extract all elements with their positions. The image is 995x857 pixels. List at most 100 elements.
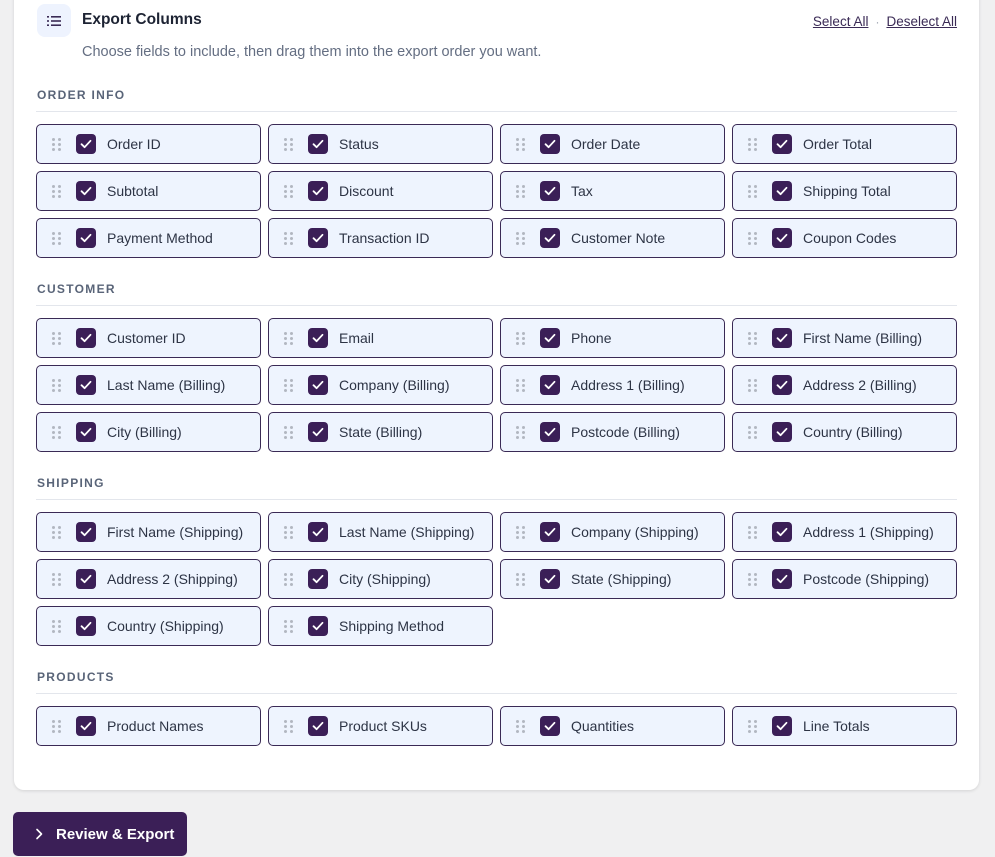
- drag-handle-icon[interactable]: [284, 378, 294, 392]
- checkbox[interactable]: [772, 181, 792, 201]
- checkbox[interactable]: [308, 522, 328, 542]
- drag-handle-icon[interactable]: [516, 572, 526, 586]
- checkbox[interactable]: [540, 228, 560, 248]
- column-chip[interactable]: Order ID: [36, 124, 261, 164]
- column-chip[interactable]: Company (Billing): [268, 365, 493, 405]
- checkbox[interactable]: [76, 375, 96, 395]
- column-chip[interactable]: Customer Note: [500, 218, 725, 258]
- column-chip[interactable]: Company (Shipping): [500, 512, 725, 552]
- column-chip[interactable]: Customer ID: [36, 318, 261, 358]
- checkbox[interactable]: [540, 134, 560, 154]
- column-chip[interactable]: Address 2 (Billing): [732, 365, 957, 405]
- drag-handle-icon[interactable]: [52, 619, 62, 633]
- checkbox[interactable]: [772, 328, 792, 348]
- checkbox[interactable]: [540, 181, 560, 201]
- drag-handle-icon[interactable]: [52, 719, 62, 733]
- checkbox[interactable]: [540, 716, 560, 736]
- review-export-button[interactable]: Review & Export: [13, 812, 187, 856]
- drag-handle-icon[interactable]: [748, 425, 758, 439]
- drag-handle-icon[interactable]: [52, 572, 62, 586]
- column-chip[interactable]: Product Names: [36, 706, 261, 746]
- drag-handle-icon[interactable]: [284, 331, 294, 345]
- drag-handle-icon[interactable]: [748, 572, 758, 586]
- column-chip[interactable]: Country (Shipping): [36, 606, 261, 646]
- drag-handle-icon[interactable]: [516, 331, 526, 345]
- drag-handle-icon[interactable]: [516, 525, 526, 539]
- column-chip[interactable]: Country (Billing): [732, 412, 957, 452]
- column-chip[interactable]: Subtotal: [36, 171, 261, 211]
- column-chip[interactable]: Discount: [268, 171, 493, 211]
- drag-handle-icon[interactable]: [284, 719, 294, 733]
- drag-handle-icon[interactable]: [284, 137, 294, 151]
- checkbox[interactable]: [76, 181, 96, 201]
- select-all-link[interactable]: Select All: [813, 14, 869, 29]
- drag-handle-icon[interactable]: [52, 137, 62, 151]
- drag-handle-icon[interactable]: [748, 378, 758, 392]
- column-chip[interactable]: Quantities: [500, 706, 725, 746]
- drag-handle-icon[interactable]: [52, 184, 62, 198]
- drag-handle-icon[interactable]: [284, 572, 294, 586]
- column-chip[interactable]: State (Billing): [268, 412, 493, 452]
- checkbox[interactable]: [308, 616, 328, 636]
- column-chip[interactable]: Address 1 (Shipping): [732, 512, 957, 552]
- drag-handle-icon[interactable]: [516, 425, 526, 439]
- checkbox[interactable]: [772, 716, 792, 736]
- checkbox[interactable]: [308, 134, 328, 154]
- column-chip[interactable]: Phone: [500, 318, 725, 358]
- column-chip[interactable]: Payment Method: [36, 218, 261, 258]
- checkbox[interactable]: [772, 522, 792, 542]
- drag-handle-icon[interactable]: [284, 619, 294, 633]
- column-chip[interactable]: Address 2 (Shipping): [36, 559, 261, 599]
- checkbox[interactable]: [308, 228, 328, 248]
- checkbox[interactable]: [76, 422, 96, 442]
- checkbox[interactable]: [540, 375, 560, 395]
- drag-handle-icon[interactable]: [748, 137, 758, 151]
- checkbox[interactable]: [772, 134, 792, 154]
- column-chip[interactable]: Shipping Total: [732, 171, 957, 211]
- drag-handle-icon[interactable]: [748, 525, 758, 539]
- drag-handle-icon[interactable]: [516, 231, 526, 245]
- drag-handle-icon[interactable]: [284, 231, 294, 245]
- checkbox[interactable]: [76, 522, 96, 542]
- column-chip[interactable]: Postcode (Shipping): [732, 559, 957, 599]
- drag-handle-icon[interactable]: [52, 231, 62, 245]
- checkbox[interactable]: [540, 569, 560, 589]
- drag-handle-icon[interactable]: [284, 184, 294, 198]
- drag-handle-icon[interactable]: [748, 231, 758, 245]
- checkbox[interactable]: [540, 522, 560, 542]
- checkbox[interactable]: [76, 328, 96, 348]
- column-chip[interactable]: Email: [268, 318, 493, 358]
- checkbox[interactable]: [76, 616, 96, 636]
- column-chip[interactable]: First Name (Billing): [732, 318, 957, 358]
- checkbox[interactable]: [76, 134, 96, 154]
- column-chip[interactable]: Order Total: [732, 124, 957, 164]
- drag-handle-icon[interactable]: [516, 184, 526, 198]
- column-chip[interactable]: Address 1 (Billing): [500, 365, 725, 405]
- checkbox[interactable]: [308, 569, 328, 589]
- column-chip[interactable]: City (Shipping): [268, 559, 493, 599]
- column-chip[interactable]: Transaction ID: [268, 218, 493, 258]
- deselect-all-link[interactable]: Deselect All: [886, 14, 957, 29]
- checkbox[interactable]: [308, 328, 328, 348]
- drag-handle-icon[interactable]: [284, 425, 294, 439]
- checkbox[interactable]: [540, 328, 560, 348]
- column-chip[interactable]: Tax: [500, 171, 725, 211]
- checkbox[interactable]: [308, 375, 328, 395]
- checkbox[interactable]: [772, 569, 792, 589]
- column-chip[interactable]: First Name (Shipping): [36, 512, 261, 552]
- checkbox[interactable]: [308, 422, 328, 442]
- drag-handle-icon[interactable]: [52, 425, 62, 439]
- drag-handle-icon[interactable]: [516, 137, 526, 151]
- column-chip[interactable]: Product SKUs: [268, 706, 493, 746]
- column-chip[interactable]: Line Totals: [732, 706, 957, 746]
- checkbox[interactable]: [76, 228, 96, 248]
- drag-handle-icon[interactable]: [516, 719, 526, 733]
- drag-handle-icon[interactable]: [52, 525, 62, 539]
- drag-handle-icon[interactable]: [52, 378, 62, 392]
- drag-handle-icon[interactable]: [284, 525, 294, 539]
- checkbox[interactable]: [772, 228, 792, 248]
- column-chip[interactable]: Last Name (Billing): [36, 365, 261, 405]
- column-chip[interactable]: Last Name (Shipping): [268, 512, 493, 552]
- checkbox[interactable]: [308, 181, 328, 201]
- checkbox[interactable]: [76, 716, 96, 736]
